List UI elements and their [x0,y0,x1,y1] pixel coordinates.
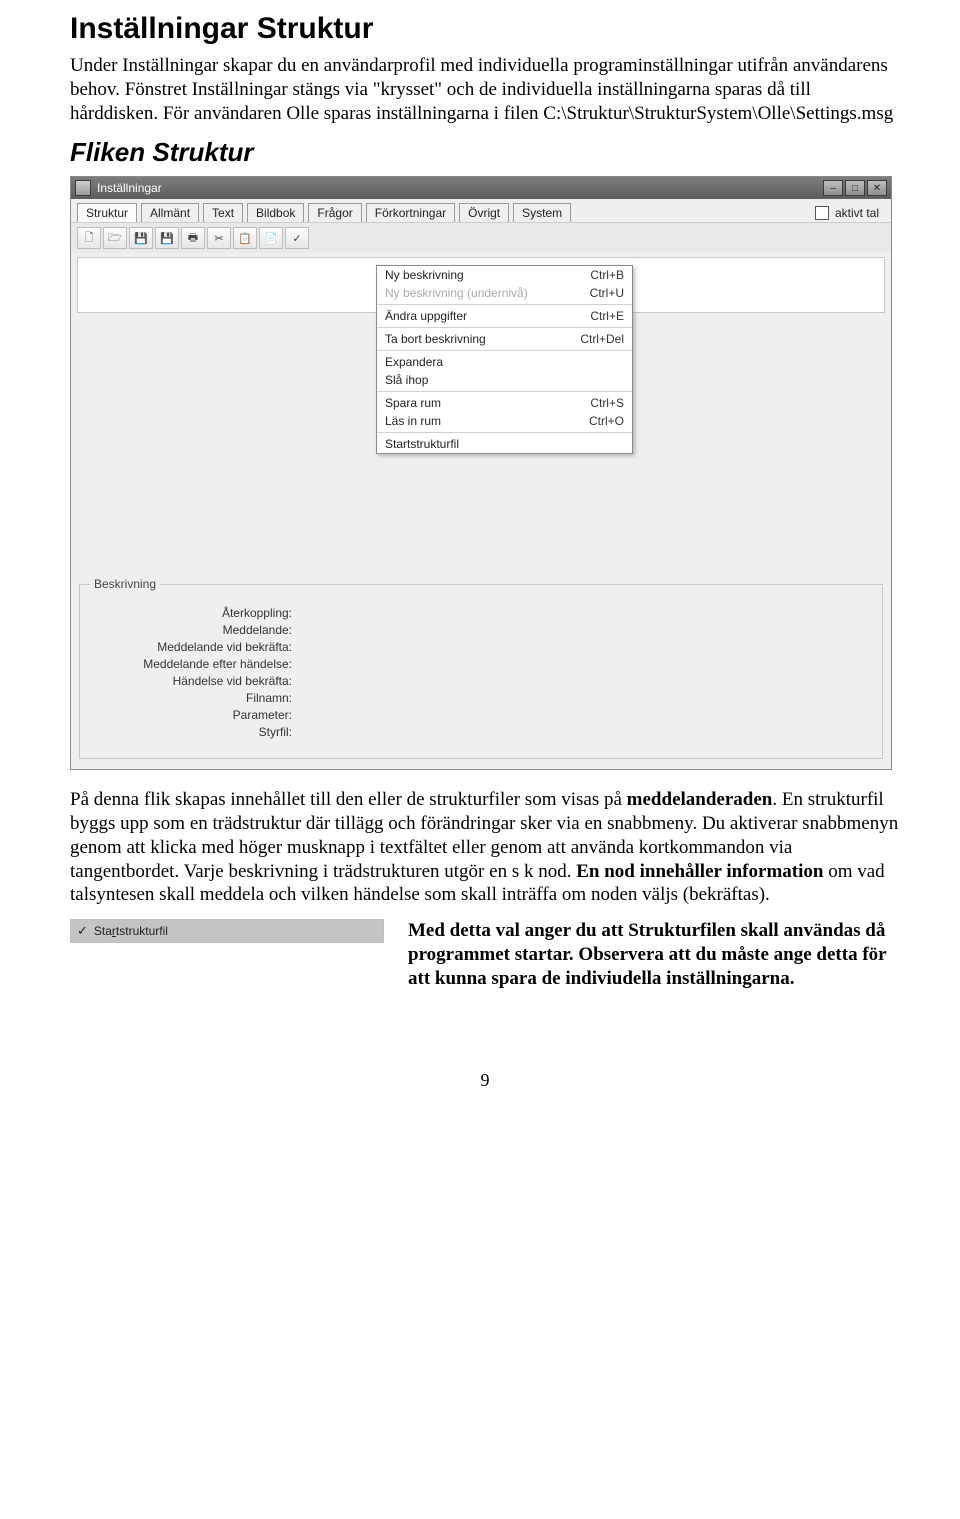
tab-struktur[interactable]: Struktur [77,203,137,222]
print-icon[interactable]: 🖶 [181,227,205,249]
tab-allmant[interactable]: Allmänt [141,203,199,222]
cm-shortcut: Ctrl+Del [580,332,624,346]
cm-startstrukturfil[interactable]: Startstrukturfil [377,435,632,453]
tab-text[interactable]: Text [203,203,243,222]
context-menu: Ny beskrivning Ctrl+B Ny beskrivning (un… [376,265,633,454]
beskrivning-group: Beskrivning Återkoppling: Meddelande: Me… [79,584,883,759]
saveas-icon[interactable]: 💾 [155,227,179,249]
page-title: Inställningar Struktur [70,12,900,46]
cm-separator [377,350,632,351]
close-button[interactable]: ✕ [867,180,887,196]
save-icon[interactable]: 💾 [129,227,153,249]
maximize-button[interactable]: □ [845,180,865,196]
cm-separator [377,432,632,433]
cm-shortcut: Ctrl+E [590,309,624,323]
bold-span: meddelanderaden [627,789,773,810]
cm-separator [377,327,632,328]
cm-label: Expandera [385,355,624,369]
minimize-button[interactable]: – [823,180,843,196]
intro-paragraph: Under Inställningar skapar du en använda… [70,54,900,125]
bold-span: En nod innehåller information [576,861,823,882]
group-legend: Beskrivning [90,577,160,591]
cm-shortcut: Ctrl+O [589,414,624,428]
label-meddelande-bekrafta: Meddelande vid bekräfta: [92,640,298,654]
cm-label: Ny beskrivning [385,268,590,282]
titlebar: Inställningar – □ ✕ [71,177,891,199]
cm-label: Läs in rum [385,414,589,428]
cm-shortcut: Ctrl+B [590,268,624,282]
aktivt-tal-label: aktivt tal [835,206,879,220]
cm-label: Spara rum [385,396,590,410]
toolbar: 🗋 🗁 💾 💾 🖶 ✂ 📋 📄 ✓ [71,222,891,253]
check-icon[interactable]: ✓ [285,227,309,249]
cm-separator [377,391,632,392]
open-icon[interactable]: 🗁 [103,227,127,249]
text-span: På denna flik skapas innehållet till den… [70,789,627,810]
label-filnamn: Filnamn: [92,691,298,705]
option-description: Med detta val anger du att Strukturfilen… [408,919,900,990]
label-meddelande-efter: Meddelande efter händelse: [92,657,298,671]
label-meddelande: Meddelande: [92,623,298,637]
cm-label: Startstrukturfil [385,437,624,451]
settings-window: Inställningar – □ ✕ Struktur Allmänt Tex… [70,176,892,770]
tab-forkortningar[interactable]: Förkortningar [366,203,455,222]
label-styrfil: Styrfil: [92,725,298,739]
cm-expandera[interactable]: Expandera [377,353,632,371]
section-heading: Fliken Struktur [70,137,900,168]
startstrukturfil-option[interactable]: ✓ Startstrukturfil [70,919,384,943]
tab-bildbok[interactable]: Bildbok [247,203,304,222]
cm-shortcut: Ctrl+S [590,396,624,410]
tab-ovrigt[interactable]: Övrigt [459,203,509,222]
page-number: 9 [70,1070,900,1091]
cm-tabort[interactable]: Ta bort beskrivning Ctrl+Del [377,330,632,348]
cm-las-in-rum[interactable]: Läs in rum Ctrl+O [377,412,632,430]
cm-label: Ta bort beskrivning [385,332,580,346]
label-parameter: Parameter: [92,708,298,722]
cm-label: Slå ihop [385,373,624,387]
cm-ny-beskrivning[interactable]: Ny beskrivning Ctrl+B [377,266,632,284]
app-icon [75,180,91,196]
cm-label: Ändra uppgifter [385,309,590,323]
option-row: ✓ Startstrukturfil Med detta val anger d… [70,919,900,990]
cm-spara-rum[interactable]: Spara rum Ctrl+S [377,394,632,412]
cm-ny-underniva: Ny beskrivning (undernivå) Ctrl+U [377,284,632,302]
copy-icon[interactable]: 📋 [233,227,257,249]
startstrukturfil-label: Startstrukturfil [94,924,168,938]
label-handelse-bekrafta: Händelse vid bekräfta: [92,674,298,688]
cm-andra[interactable]: Ändra uppgifter Ctrl+E [377,307,632,325]
body-paragraph: På denna flik skapas innehållet till den… [70,788,900,907]
tab-system[interactable]: System [513,203,571,222]
cm-shortcut: Ctrl+U [590,286,624,300]
cm-separator [377,304,632,305]
aktivt-tal-checkbox[interactable] [815,206,829,220]
paste-icon[interactable]: 📄 [259,227,283,249]
new-icon[interactable]: 🗋 [77,227,101,249]
cm-label: Ny beskrivning (undernivå) [385,286,590,300]
tab-fragor[interactable]: Frågor [308,203,361,222]
window-title: Inställningar [97,181,162,195]
check-icon: ✓ [77,923,88,939]
cm-sla-ihop[interactable]: Slå ihop [377,371,632,389]
tabs-row: Struktur Allmänt Text Bildbok Frågor För… [71,199,891,222]
label-aterkoppling: Återkoppling: [92,606,298,620]
cut-icon[interactable]: ✂ [207,227,231,249]
